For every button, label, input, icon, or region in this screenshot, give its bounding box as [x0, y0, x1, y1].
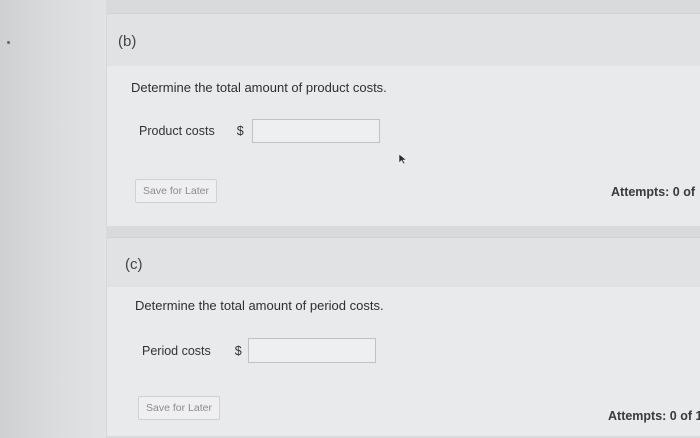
page-margin — [0, 0, 106, 438]
product-costs-label: Product costs — [139, 124, 215, 138]
dollar-sign: $ — [234, 343, 242, 358]
part-b-header: (b) — [107, 14, 700, 66]
period-costs-input[interactable] — [247, 338, 376, 363]
period-costs-label: Period costs — [142, 343, 211, 358]
product-costs-row: Product costs $ — [139, 119, 380, 143]
question-part-c: (c) Determine the total amount of period… — [106, 237, 700, 436]
attempts-counter-b: Attempts: 0 of — [611, 185, 696, 199]
mouse-pointer-icon — [398, 153, 408, 165]
part-c-label: (c) — [125, 256, 143, 273]
period-costs-row: Period costs $ — [142, 338, 376, 363]
attempts-counter-c: Attempts: 0 of 1 — [608, 409, 700, 423]
product-costs-input[interactable] — [251, 119, 380, 143]
part-b-label: (b) — [118, 33, 137, 50]
part-c-header: (c) — [107, 238, 700, 287]
part-b-question: Determine the total amount of product co… — [131, 80, 387, 95]
dollar-sign: $ — [236, 124, 244, 138]
save-for-later-button-c[interactable]: Save for Later — [138, 396, 220, 420]
part-c-question: Determine the total amount of period cos… — [135, 298, 384, 313]
save-for-later-button-b[interactable]: Save for Later — [135, 179, 217, 203]
question-part-b: (b) Determine the total amount of produc… — [106, 13, 700, 226]
margin-dot — [7, 41, 10, 44]
